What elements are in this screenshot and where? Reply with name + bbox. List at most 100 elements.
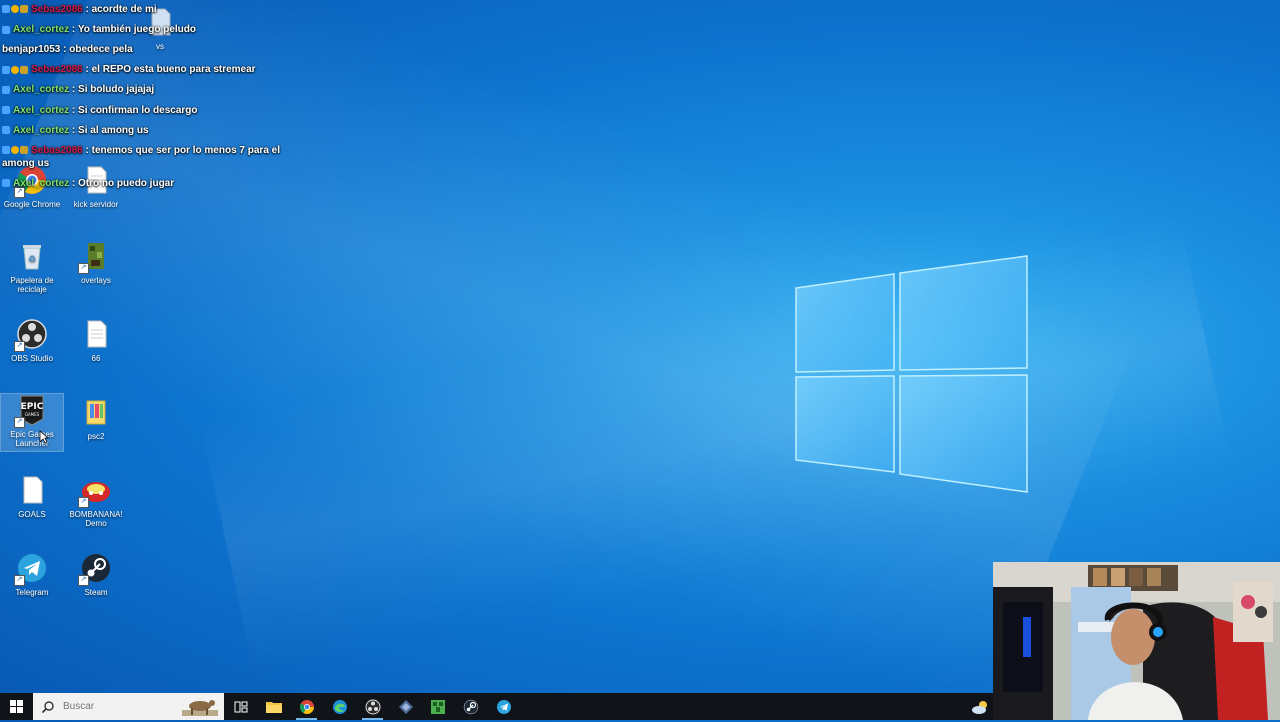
chat-message-text: : acordte de mi [85,4,157,16]
chat-username: Axel_cortez [13,84,70,96]
desktop-icon-label: Papelera de reciclaje [10,276,54,294]
minecraft-icon [430,699,445,714]
weather-icon [972,700,987,714]
recycle-bin-icon: ♻ [16,240,48,272]
svg-text:GAMES: GAMES [25,412,40,417]
chat-username: Axel_cortez [13,24,70,36]
desktop-icon-66[interactable]: 66 [65,318,127,363]
chat-message-text: : Otro no puedo jugar [71,178,175,190]
desktop-icon-label: OBS Studio [11,354,53,363]
desktop-icon-psc2[interactable]: psc2 [65,396,127,441]
chat-username: Axel_cortez [13,104,70,116]
desktop-icon-label: 66 [91,354,101,363]
chat-message: benjapr1053 : obedece pela [2,40,292,60]
chat-badges [2,63,29,76]
sub-badge-icon [20,65,28,74]
desktop-icon-recycle-bin[interactable]: ♻ Papelera de reciclaje [1,240,63,294]
chat-badges [2,83,11,96]
chat-username: Sebas2086 [31,64,83,76]
chat-message-text: : Si boludo jajajaj [71,84,155,96]
chat-badges [2,177,11,190]
chat-message: Axel_cortez : Yo también juego peludo [2,20,292,40]
telegram-icon [496,699,511,714]
chat-badges [2,3,29,16]
chat-badges [2,104,11,117]
webcam-overlay [993,562,1280,720]
taskbar-obs[interactable] [356,693,389,720]
mod-badge-icon [2,146,10,155]
taskbar-telegram[interactable] [487,693,520,720]
taskbar-search-box[interactable] [33,693,224,720]
mod-badge-icon [2,179,10,188]
chat-message: Sebas2086 : el REPO esta bueno para stre… [2,60,292,80]
obs-icon [365,699,380,714]
taskbar-chrome[interactable] [290,693,323,720]
chat-username: benjapr1053 [2,44,61,56]
search-highlight-image [182,700,218,716]
file-icon [16,474,48,506]
search-input[interactable] [61,700,175,713]
desktop-icon-label: Google Chrome [3,200,61,209]
stream-chat-overlay: Sebas2086 : acordte de mi Axel_cortez : Y… [2,0,292,194]
chat-username: Sebas2086 [31,4,83,16]
task-view-button[interactable] [224,693,257,720]
mod-badge-icon [2,25,10,34]
obs-icon: ↗ [14,318,48,352]
epic-games-icon: EPIC GAMES ↗ [14,394,48,428]
chat-message-text: : obedece pela [63,44,133,56]
desktop-icon-epic-games-launcher[interactable]: EPIC GAMES ↗ Epic Games Launcher [0,393,64,452]
mod-badge-icon [2,105,10,114]
chat-message: Axel_cortez : Otro no puedo jugar [2,174,292,194]
desktop-icon-overlays[interactable]: ↗ overlays [65,240,127,285]
chat-username: Axel_cortez [13,124,70,136]
file-icon [80,318,112,350]
chat-message-text: : Yo también juego peludo [71,24,196,36]
desktop-icon-obs-studio[interactable]: ↗ OBS Studio [1,318,63,363]
desktop-icon-label: Steam [84,588,108,597]
sub-badge-icon [20,146,28,155]
desktop-icon-label: BOMBANANA! Demo [69,510,123,528]
task-view-icon [234,701,247,712]
chat-username: Sebas2086 [31,144,83,156]
desktop-icon-label: GOALS [18,510,46,519]
desktop-icon-label: Epic Games Launcher [10,430,54,448]
mod-badge-icon [2,5,10,14]
one-badge-icon [11,5,19,14]
steam-icon: ↗ [78,552,112,586]
weather-widget[interactable] [968,693,992,720]
svg-text:♻: ♻ [28,255,36,265]
folder-icon [80,396,112,428]
chat-message-text: : Si al among us [71,124,149,136]
webcam-feed-image [993,562,1280,720]
mod-badge-icon [2,126,10,135]
mod-badge-icon [2,85,10,94]
desktop-icon-telegram[interactable]: ↗ Telegram [1,552,63,597]
chat-badges [2,124,11,137]
chrome-icon [299,699,314,714]
desktop-icon-bombanana-demo[interactable]: ↗ BOMBANANA! Demo [65,474,127,528]
taskbar-file-explorer[interactable] [257,693,290,720]
taskbar-steam[interactable] [454,693,487,720]
chat-badges [2,23,11,36]
chat-message: Sebas2086 : tenemos que ser por lo menos… [2,141,292,174]
chat-badges [2,144,29,157]
mod-badge-icon [2,65,10,74]
desktop-icon-label: psc2 [87,432,105,441]
bombanana-icon: ↗ [78,474,112,508]
sub-badge-icon [20,5,28,14]
taskbar-minecraft[interactable] [421,693,454,720]
desktop-icon-steam[interactable]: ↗ Steam [65,552,127,597]
game-icon [398,699,413,714]
taskbar-game-app[interactable] [389,693,422,720]
windows-icon [9,700,23,713]
desktop-icon-label: overlays [81,276,111,285]
svg-text:EPIC: EPIC [21,402,44,412]
desktop-icon-goals[interactable]: GOALS [1,474,63,519]
search-icon [41,700,54,713]
start-button[interactable] [0,693,32,720]
chat-username: Axel_cortez [13,178,70,190]
taskbar-edge[interactable] [323,693,356,720]
chat-message-text: : Si confirman lo descargo [71,104,198,116]
chat-message: Axel_cortez : Si al among us [2,121,292,141]
mouse-cursor-icon [39,430,49,444]
